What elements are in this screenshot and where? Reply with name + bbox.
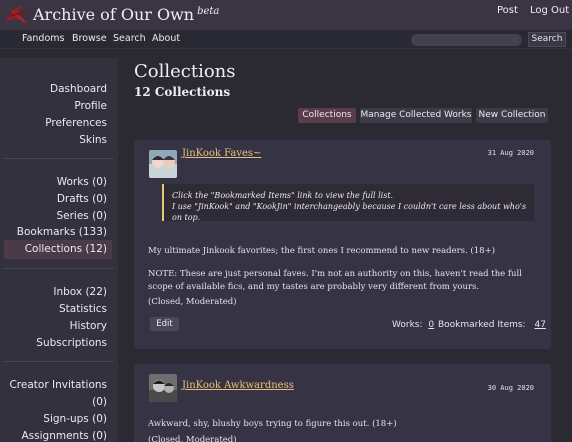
collection-avatar[interactable] [149,150,177,178]
collections-button[interactable]: Collections [298,108,356,123]
bookmarked-stat: Bookmarked Items: 47 [438,320,546,330]
sidebar-item-drafts[interactable]: Drafts (0) [57,193,107,205]
collection-card: JinKook Faves~ 31 Aug 2020 Click the "Bo… [134,140,551,349]
works-stat: Works: 0 [392,320,434,330]
sidebar-item-dashboard[interactable]: Dashboard [50,83,107,95]
sidebar-item-works[interactable]: Works (0) [57,176,107,188]
sidebar-item-subscriptions[interactable]: Subscriptions [36,337,107,349]
collection-avatar[interactable] [149,374,177,402]
new-collection-button[interactable]: New Collection [476,108,548,123]
collection-title-link[interactable]: JinKook Awkwardness [182,380,294,391]
sidebar-item-profile[interactable]: Profile [74,100,107,112]
sidebar-item-bookmarks[interactable]: Bookmarks (133) [17,226,107,238]
primary-nav: Fandoms Browse Search About Search [0,30,572,49]
manage-collected-works-button[interactable]: Manage Collected Works [360,108,472,123]
sidebar-item-statistics[interactable]: Statistics [59,303,107,315]
sidebar-item-signups[interactable]: Sign-ups (0) [43,413,107,425]
collection-status: (Closed, Moderated) [148,297,237,307]
site-header: Archive of Our Own beta Post Log Out [0,0,572,30]
sidebar-item-assignments[interactable]: Assignments (0) [21,430,107,442]
sidebar-item-preferences[interactable]: Preferences [45,117,107,129]
page-subtitle: 12 Collections [134,85,231,99]
collection-status: (Closed, Moderated) [148,435,237,442]
works-count-link[interactable]: 0 [428,320,434,330]
nav-fandoms[interactable]: Fandoms [22,33,64,44]
collection-intro-quote: Click the "Bookmarked Items" link to vie… [162,184,534,222]
sidebar-item-inbox[interactable]: Inbox (22) [53,286,107,298]
collection-date: 30 Aug 2020 [487,384,534,392]
beta-badge: beta [197,6,220,17]
nav-about[interactable]: About [152,33,180,44]
collection-title-link[interactable]: JinKook Faves~ [182,148,261,159]
collection-summary: My ultimate Jinkook favorites; the first… [148,246,496,256]
edit-button[interactable]: Edit [150,317,179,331]
sidebar-item-skins[interactable]: Skins [79,134,107,146]
bookmarked-count-link[interactable]: 47 [534,320,545,330]
collection-note: NOTE: These are just personal faves. I'm… [148,269,522,292]
sidebar-divider [4,268,114,269]
sidebar-item-collections[interactable]: Collections (12) [25,243,107,255]
sidebar-divider [4,361,114,362]
post-link[interactable]: Post [497,5,518,16]
bookmarked-label: Bookmarked Items: [438,320,526,330]
collection-card: JinKook Awkwardness 30 Aug 2020 Awkward,… [134,364,551,442]
works-label: Works: [392,320,423,330]
sidebar-item-creator-invitations-count[interactable]: (0) [92,396,107,408]
quote-line-2: I use "JinKook" and "KookJin" interchang… [172,202,527,222]
sidebar-item-series[interactable]: Series (0) [56,210,107,222]
collection-date: 31 Aug 2020 [487,149,534,157]
site-title[interactable]: Archive of Our Own beta [33,5,219,24]
sidebar-item-creator-invitations[interactable]: Creator Invitations [9,379,107,391]
logout-link[interactable]: Log Out [530,5,569,16]
search-button[interactable]: Search [528,32,566,47]
nav-search[interactable]: Search [113,33,146,44]
search-input[interactable] [411,34,522,46]
sidebar-divider [4,158,114,159]
page-title: Collections [134,61,236,82]
nav-browse[interactable]: Browse [72,33,107,44]
dashboard-sidebar: Dashboard Profile Preferences Skins Work… [0,58,118,442]
quote-line-1: Click the "Bookmarked Items" link to vie… [172,191,394,200]
collection-summary: Awkward, shy, blushy boys trying to figu… [148,419,397,429]
sidebar-item-history[interactable]: History [70,320,107,332]
ao3-logo-icon[interactable] [4,3,30,27]
